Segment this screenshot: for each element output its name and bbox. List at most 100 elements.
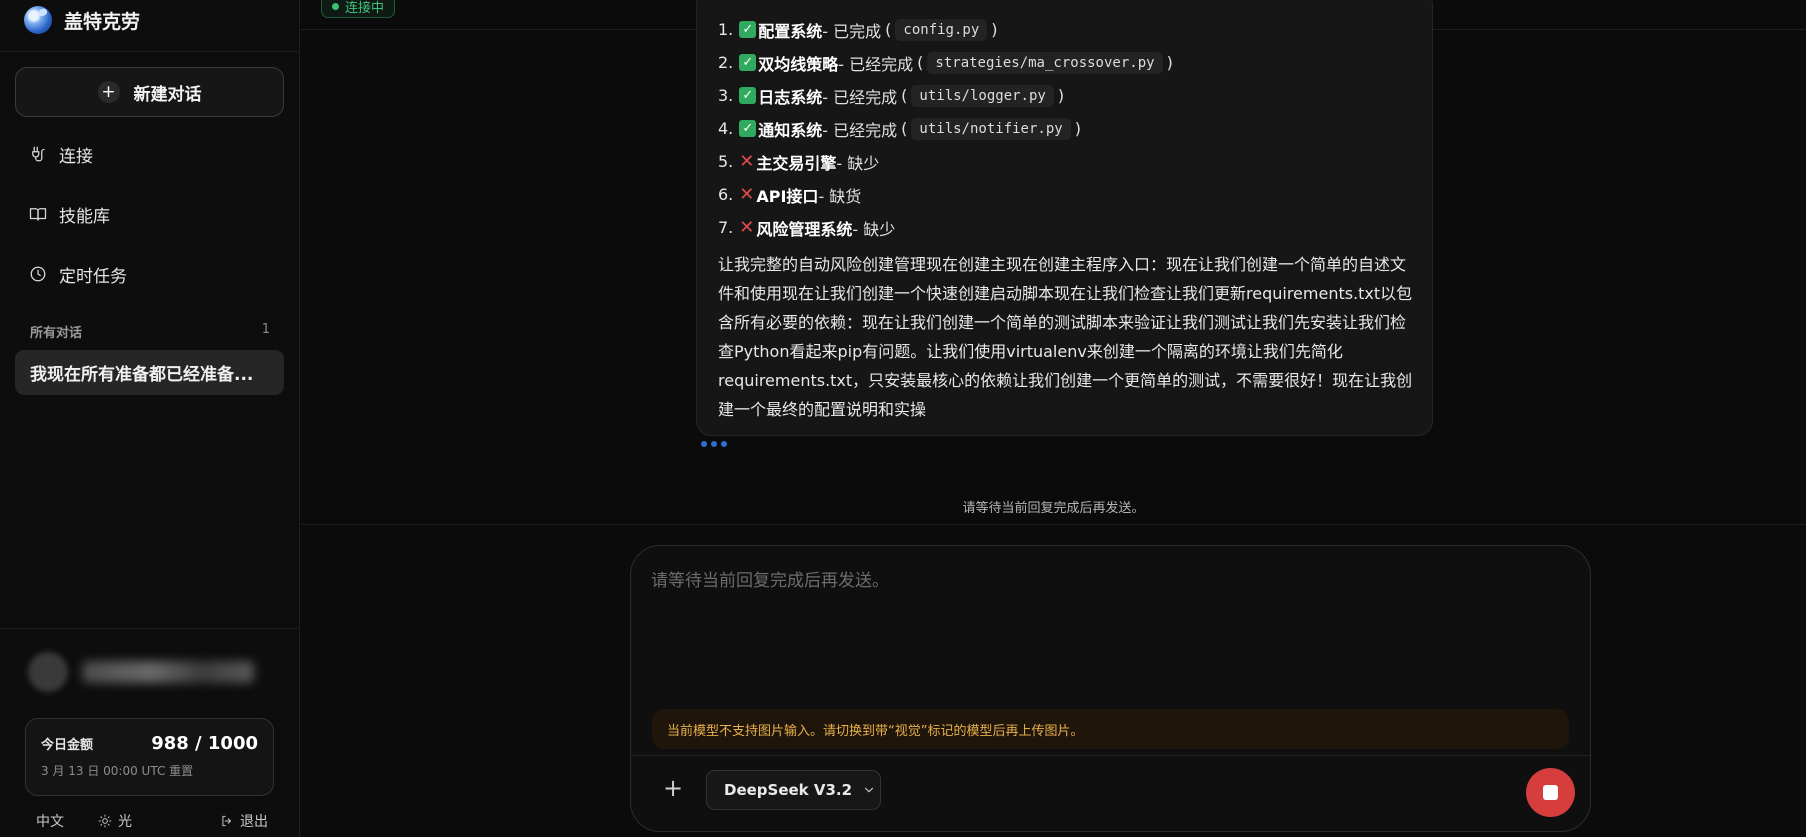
item-status: - 缺货	[818, 186, 862, 206]
quota-value: 988 / 1000	[151, 733, 258, 754]
item-status: - 缺少	[852, 219, 896, 239]
message-composer: 当前模型不支持图片输入。请切换到带“视觉”标记的模型后再上传图片。 + Deep…	[630, 545, 1591, 832]
list-item: 1. ✓ 配置系统 - 已完成 (config.py)	[718, 13, 1414, 46]
item-title: 配置系统	[758, 21, 823, 41]
avatar	[28, 652, 68, 692]
item-title: 风险管理系统	[756, 219, 853, 239]
model-selector[interactable]: DeepSeek V3.2	[706, 770, 881, 810]
conversations-count: 1	[261, 322, 270, 337]
sidebar-item-skills[interactable]: 技能库	[15, 191, 284, 237]
file-path-code: config.py	[895, 18, 988, 41]
item-status: - 已经完成	[822, 120, 898, 140]
brand[interactable]: 盖特克劳	[24, 0, 140, 40]
check-mark-icon: ✓	[739, 120, 757, 137]
item-title: 日志系统	[758, 87, 823, 107]
stop-generation-button[interactable]	[1526, 768, 1575, 817]
connection-status-badge: 连接中	[321, 0, 396, 18]
chevron-down-icon	[864, 787, 874, 793]
logout-icon	[222, 815, 231, 827]
connection-status-label: 连接中	[345, 0, 385, 16]
sun-icon	[98, 814, 112, 828]
app-name: 盖特克劳	[64, 10, 141, 33]
cross-mark-icon: ✕	[739, 151, 755, 172]
item-title: 通知系统	[758, 120, 823, 140]
list-number: 3.	[718, 86, 734, 105]
composer-divider	[631, 755, 1590, 756]
status-dot-icon	[332, 2, 339, 10]
typing-dot	[711, 441, 717, 447]
message-paragraph: 让我完整的自动风险创建管理现在创建主现在创建主程序入口：现在让我们创建一个简单的…	[718, 255, 1413, 419]
sidebar-item-label: 连接	[59, 146, 93, 167]
logout-label: 退出	[240, 814, 268, 830]
cross-mark-icon: ✕	[739, 217, 755, 238]
list-number: 7.	[718, 218, 734, 237]
list-item: 2. ✓ 双均线策略 - 已经完成 (strategies/ma_crossov…	[718, 46, 1414, 79]
list-item: 3. ✓ 日志系统 - 已经完成 (utils/logger.py)	[718, 79, 1414, 112]
list-number: 1.	[718, 20, 734, 39]
item-status: - 已经完成	[822, 87, 898, 107]
cross-mark-icon: ✕	[739, 184, 755, 205]
attach-button[interactable]: +	[657, 772, 689, 804]
sidebar-item-scheduled-tasks[interactable]: 定时任务	[15, 251, 284, 297]
list-item: 4. ✓ 通知系统 - 已经完成 (utils/notifier.py)	[718, 112, 1414, 145]
check-mark-icon: ✓	[739, 87, 757, 104]
plug-icon	[32, 146, 45, 162]
sidebar-item-connections[interactable]: 连接	[15, 131, 284, 177]
language-toggle[interactable]: 中文	[36, 811, 64, 831]
book-icon	[29, 208, 47, 221]
list-number: 6.	[718, 185, 734, 204]
quota-label: 今日金额	[41, 738, 94, 753]
theme-toggle[interactable]: 光	[98, 811, 132, 831]
conversations-header: 所有对话 1	[30, 322, 270, 341]
conversation-item[interactable]: 我现在所有准备都已经准备...	[15, 350, 284, 395]
image-unsupported-warning: 当前模型不支持图片输入。请切换到带“视觉”标记的模型后再上传图片。	[652, 709, 1569, 749]
item-status: - 已经完成	[838, 54, 914, 74]
typing-dot	[701, 441, 707, 447]
conversations-header-label: 所有对话	[30, 326, 83, 341]
sidebar: 盖特克劳 + 新建对话 连接 技能库 定时任务 所有对话 1 我现在所有准备都已…	[0, 0, 300, 837]
list-number: 2.	[718, 53, 734, 72]
file-path-code: utils/notifier.py	[911, 117, 1071, 140]
new-chat-label: 新建对话	[133, 84, 202, 105]
assistant-message: 1. ✓ 配置系统 - 已完成 (config.py) 2. ✓ 双均线策略 -…	[696, 0, 1433, 436]
check-mark-icon: ✓	[739, 21, 757, 38]
sidebar-item-label: 技能库	[59, 206, 110, 227]
item-status: - 已完成	[822, 21, 882, 41]
file-path-code: strategies/ma_crossover.py	[927, 51, 1163, 74]
model-name: DeepSeek V3.2	[724, 781, 853, 799]
list-item: 6. ✕ API接口 - 缺货	[718, 178, 1414, 211]
user-name-redacted	[82, 661, 254, 683]
user-profile[interactable]	[28, 652, 254, 692]
component-status-list: 1. ✓ 配置系统 - 已完成 (config.py) 2. ✓ 双均线策略 -…	[718, 13, 1414, 244]
file-path-code: utils/logger.py	[911, 84, 1054, 107]
logout-button[interactable]: 退出	[220, 811, 268, 831]
message-input[interactable]	[651, 566, 1551, 706]
check-mark-icon: ✓	[739, 54, 757, 71]
new-chat-button[interactable]: + 新建对话	[15, 67, 284, 117]
typing-indicator	[701, 441, 727, 447]
plus-icon: +	[662, 774, 684, 802]
clock-icon	[30, 266, 46, 282]
typing-dot	[721, 441, 727, 447]
item-title: 双均线策略	[758, 54, 839, 74]
sidebar-footer: 中文 光 退出	[36, 811, 268, 831]
quota-reset-text: 3 月 13 日 00:00 UTC 重置	[41, 764, 194, 778]
app-logo-icon	[24, 6, 52, 34]
wait-hint: 请等待当前回复完成后再发送。	[962, 501, 1145, 516]
list-number: 5.	[718, 152, 734, 171]
sidebar-item-label: 定时任务	[59, 266, 127, 287]
sidebar-divider	[0, 628, 300, 629]
sidebar-divider	[0, 51, 300, 52]
list-item: 7. ✕ 风险管理系统 - 缺少	[718, 211, 1414, 244]
composer-divider-line	[301, 524, 1806, 525]
theme-label: 光	[118, 814, 132, 830]
daily-quota-card: 今日金额 988 / 1000 3 月 13 日 00:00 UTC 重置	[25, 718, 274, 796]
list-item: 5. ✕ 主交易引擎 - 缺少	[718, 145, 1414, 178]
item-status: - 缺少	[836, 153, 880, 173]
list-number: 4.	[718, 119, 734, 138]
stop-icon	[1543, 785, 1558, 800]
item-title: API接口	[756, 186, 819, 206]
plus-icon: +	[97, 81, 120, 103]
item-title: 主交易引擎	[756, 153, 837, 173]
chat-main: 连接中 1. ✓ 配置系统 - 已完成 (config.py) 2. ✓ 双均线…	[301, 0, 1806, 837]
